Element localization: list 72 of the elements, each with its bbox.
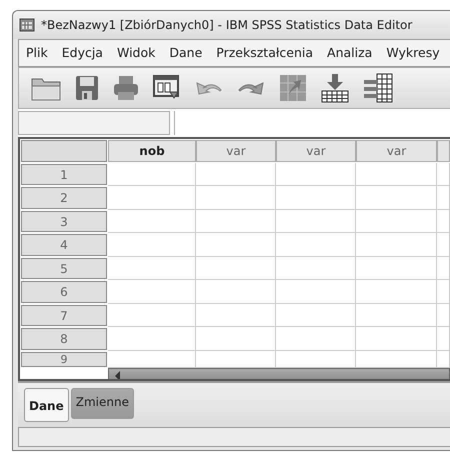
table-cell[interactable] xyxy=(356,186,437,210)
column-header[interactable]: var xyxy=(276,140,356,162)
table-cell[interactable] xyxy=(108,280,196,304)
menu-item[interactable]: Dane xyxy=(162,44,210,62)
row-header[interactable]: 2 xyxy=(21,187,107,208)
sheet-tab[interactable]: Zmienne xyxy=(70,388,134,419)
row-header[interactable]: 5 xyxy=(21,258,107,279)
table-cell[interactable] xyxy=(196,162,276,186)
table-cell[interactable] xyxy=(108,304,196,327)
variables-icon[interactable] xyxy=(363,73,393,103)
table-cell[interactable] xyxy=(196,210,276,233)
menu-item[interactable]: Plik xyxy=(19,44,55,62)
menu-item[interactable]: Widok xyxy=(110,44,162,62)
table-cell[interactable] xyxy=(276,233,356,256)
sheet-tab[interactable]: Dane xyxy=(24,388,69,422)
table-cell[interactable] xyxy=(108,327,196,350)
window-title: *BezNazwy1 [ZbiórDanych0] - IBM SPSS Statistics Data Editor xyxy=(41,17,412,34)
menu-item[interactable]: Wykresy xyxy=(379,44,447,62)
row-header[interactable]: 1 xyxy=(21,164,107,185)
table-cell[interactable] xyxy=(108,210,196,233)
cell-name-field[interactable] xyxy=(18,111,170,135)
row-header[interactable]: 3 xyxy=(21,210,107,232)
table-cell[interactable] xyxy=(276,210,356,233)
table-cell[interactable] xyxy=(108,233,196,256)
row-header[interactable]: 4 xyxy=(21,234,107,256)
table-cell[interactable] xyxy=(276,256,356,280)
table-cell[interactable] xyxy=(276,162,356,186)
row-header[interactable]: 6 xyxy=(21,281,107,302)
table-cell[interactable] xyxy=(437,327,450,350)
column-header[interactable]: nob xyxy=(108,140,196,162)
app-icon xyxy=(19,17,35,33)
table-cell[interactable] xyxy=(356,256,437,280)
table-cell[interactable] xyxy=(108,186,196,210)
table-cell[interactable] xyxy=(196,256,276,280)
print-icon[interactable] xyxy=(113,75,139,101)
column-header[interactable]: var xyxy=(356,140,437,162)
table-cell[interactable] xyxy=(108,256,196,280)
table-cell[interactable] xyxy=(437,233,450,256)
table-cell[interactable] xyxy=(196,304,276,327)
column-header[interactable] xyxy=(437,140,450,162)
table-cell[interactable] xyxy=(108,162,196,186)
save-icon[interactable] xyxy=(75,75,99,101)
horizontal-scrollbar[interactable] xyxy=(108,368,450,379)
table-cell[interactable] xyxy=(437,256,450,280)
row-header[interactable]: 8 xyxy=(21,328,107,350)
table-cell[interactable] xyxy=(196,280,276,304)
table-cell[interactable] xyxy=(437,304,450,327)
table-cell[interactable] xyxy=(356,162,437,186)
table-cell[interactable] xyxy=(437,280,450,304)
table-cell[interactable] xyxy=(276,186,356,210)
table-cell[interactable] xyxy=(276,327,356,350)
row-header[interactable]: 9 xyxy=(21,352,107,366)
table-cell[interactable] xyxy=(356,280,437,304)
menu-item[interactable]: Przekształcenia xyxy=(209,44,320,62)
menu-item[interactable]: Edycja xyxy=(54,44,110,62)
table-cell[interactable] xyxy=(356,304,437,327)
table-cell[interactable] xyxy=(276,304,356,327)
grid-arrow-icon[interactable] xyxy=(279,74,307,102)
row-header[interactable]: 7 xyxy=(21,304,107,326)
table-cell[interactable] xyxy=(437,186,450,210)
table-cell[interactable] xyxy=(196,186,276,210)
table-cell[interactable] xyxy=(356,327,437,350)
table-cell[interactable] xyxy=(437,162,450,186)
table-cell[interactable] xyxy=(196,233,276,256)
table-cell[interactable] xyxy=(356,233,437,256)
table-cell[interactable] xyxy=(437,210,450,233)
table-cell[interactable] xyxy=(196,327,276,350)
table-cell[interactable] xyxy=(276,280,356,304)
table-cell[interactable] xyxy=(356,210,437,233)
menu-item[interactable]: Analiza xyxy=(320,44,380,62)
insert-case-icon[interactable] xyxy=(321,73,349,103)
column-header[interactable]: var xyxy=(196,140,276,162)
